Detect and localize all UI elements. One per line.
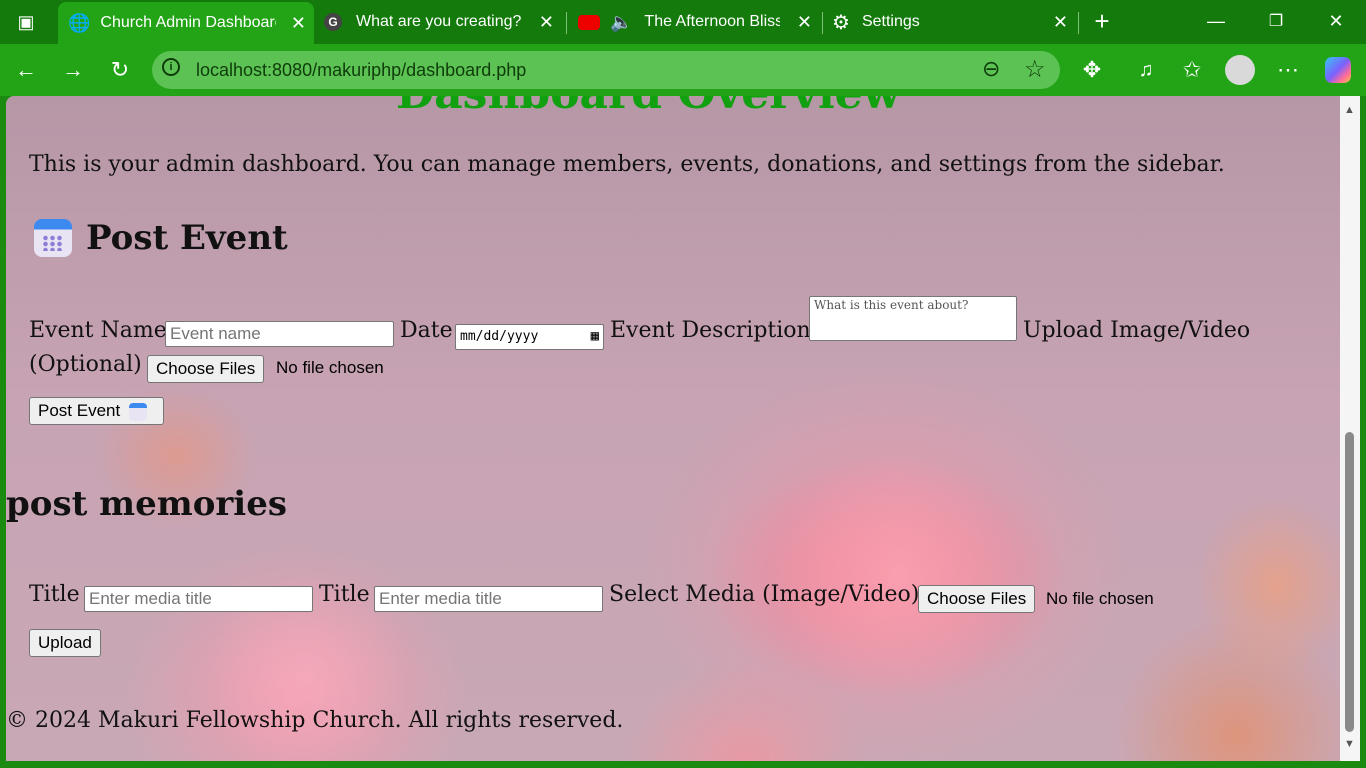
gear-icon: ⚙ — [832, 11, 850, 34]
more-options-icon[interactable]: ⋯ — [1272, 54, 1304, 86]
calendar-icon — [34, 219, 72, 257]
no-file-text: No file chosen — [1046, 589, 1154, 608]
close-tab-icon[interactable]: ✕ — [539, 12, 554, 33]
close-tab-icon[interactable]: ✕ — [291, 13, 306, 34]
date-placeholder: mm/dd/yyyy — [460, 329, 539, 344]
post-event-heading: Post Event — [34, 218, 288, 258]
media-title-input[interactable]: Enter media title — [84, 586, 313, 612]
calendar-picker-icon[interactable]: ▦ — [591, 325, 599, 347]
g-logo-icon: G — [324, 13, 342, 31]
forward-icon[interactable]: → — [57, 54, 89, 86]
upload-optional-label: (Optional) — [29, 352, 142, 377]
page-viewport: Dashboard Overview This is your admin da… — [6, 96, 1340, 761]
restore-icon[interactable]: ❐ — [1256, 6, 1296, 36]
upload-button[interactable]: Upload — [29, 629, 101, 657]
choose-files-button[interactable]: Choose Files — [147, 355, 265, 383]
tab-label: Settings — [861, 13, 920, 30]
close-tab-icon[interactable]: ✕ — [797, 12, 812, 33]
post-memories-heading: post memories — [6, 484, 287, 524]
scrollbar-thumb[interactable] — [1345, 432, 1354, 732]
back-icon[interactable]: ← — [10, 54, 42, 86]
zoom-out-icon[interactable]: ⊖ — [982, 56, 1000, 82]
select-media-label: Select Media (Image/Video) — [609, 582, 920, 607]
tab-label: What are you creating? — [356, 13, 522, 30]
speaker-icon[interactable]: 🔈 — [610, 12, 632, 33]
extensions-icon[interactable]: ✥ — [1076, 54, 1108, 86]
new-tab-button[interactable]: + — [1086, 5, 1118, 37]
event-description-textarea[interactable]: What is this event about? — [809, 296, 1017, 341]
dashboard-heading: Dashboard Overview — [396, 96, 901, 119]
tab-afternoon-bliss[interactable]: 🔈 The Afternoon Bliss ✕ — [570, 0, 820, 44]
favorite-star-icon[interactable]: ☆ — [1024, 55, 1046, 84]
event-name-input[interactable]: Event name — [165, 321, 394, 347]
scroll-down-icon[interactable]: ▼ — [1344, 738, 1355, 750]
close-tab-icon[interactable]: ✕ — [1053, 12, 1068, 33]
date-label: Date — [400, 318, 453, 343]
favorites-icon[interactable]: ✩ — [1176, 54, 1208, 86]
date-input[interactable]: mm/dd/yyyy ▦ — [455, 324, 604, 350]
copilot-icon[interactable] — [1322, 54, 1354, 86]
title-label: Title — [319, 582, 370, 607]
post-event-title: Post Event — [86, 218, 288, 258]
title-bar: ▣ 🌐 Church Admin Dashboard ✕ G What are … — [0, 0, 1366, 44]
youtube-icon — [578, 14, 600, 30]
info-icon[interactable]: i — [162, 58, 180, 76]
post-event-button[interactable]: Post Event — [29, 397, 164, 425]
tab-settings[interactable]: ⚙ Settings ✕ — [826, 0, 1076, 44]
post-event-button-label: Post Event — [38, 401, 121, 420]
profile-avatar[interactable] — [1224, 54, 1256, 86]
calendar-icon — [128, 402, 147, 421]
event-description-label: Event Description — [610, 318, 811, 343]
refresh-icon[interactable]: ↻ — [104, 54, 136, 86]
media-title-input-2[interactable]: Enter media title — [374, 586, 603, 612]
browser-toolbar: ← → ↻ i localhost:8080/makuriphp/dashboa… — [0, 44, 1366, 96]
tab-label: Church Admin Dashboard — [100, 14, 277, 31]
tab-actions-icon[interactable]: ▣ — [10, 6, 42, 38]
upload-label: Upload Image/Video — [1023, 318, 1251, 343]
page-scrollbar[interactable]: ▲ ▼ — [1340, 96, 1360, 761]
footer-text: © 2024 Makuri Fellowship Church. All rig… — [6, 708, 624, 733]
event-name-label: Event Name — [29, 318, 167, 343]
title-label: Title — [29, 582, 80, 607]
tab-what-are-you-creating[interactable]: G What are you creating? ✕ — [316, 0, 562, 44]
no-file-text: No file chosen — [276, 358, 384, 377]
tab-divider — [566, 12, 567, 34]
tab-church-admin[interactable]: 🌐 Church Admin Dashboard ✕ — [58, 2, 314, 44]
media-control-icon[interactable]: ♫ — [1130, 54, 1162, 86]
tab-divider — [822, 12, 823, 34]
url-text: localhost:8080/makuriphp/dashboard.php — [196, 60, 527, 80]
minimize-icon[interactable]: — — [1196, 6, 1236, 36]
window-close-icon[interactable]: ✕ — [1316, 6, 1356, 36]
scroll-up-icon[interactable]: ▲ — [1344, 104, 1355, 116]
tab-divider — [1078, 12, 1079, 34]
tab-label: The Afternoon Bliss — [644, 13, 781, 30]
address-bar[interactable]: i localhost:8080/makuriphp/dashboard.php… — [152, 51, 1060, 89]
choose-media-button[interactable]: Choose Files — [918, 585, 1036, 613]
globe-icon: 🌐 — [68, 12, 91, 33]
flower-decoration — [766, 456, 1026, 696]
intro-text: This is your admin dashboard. You can ma… — [29, 152, 1225, 177]
